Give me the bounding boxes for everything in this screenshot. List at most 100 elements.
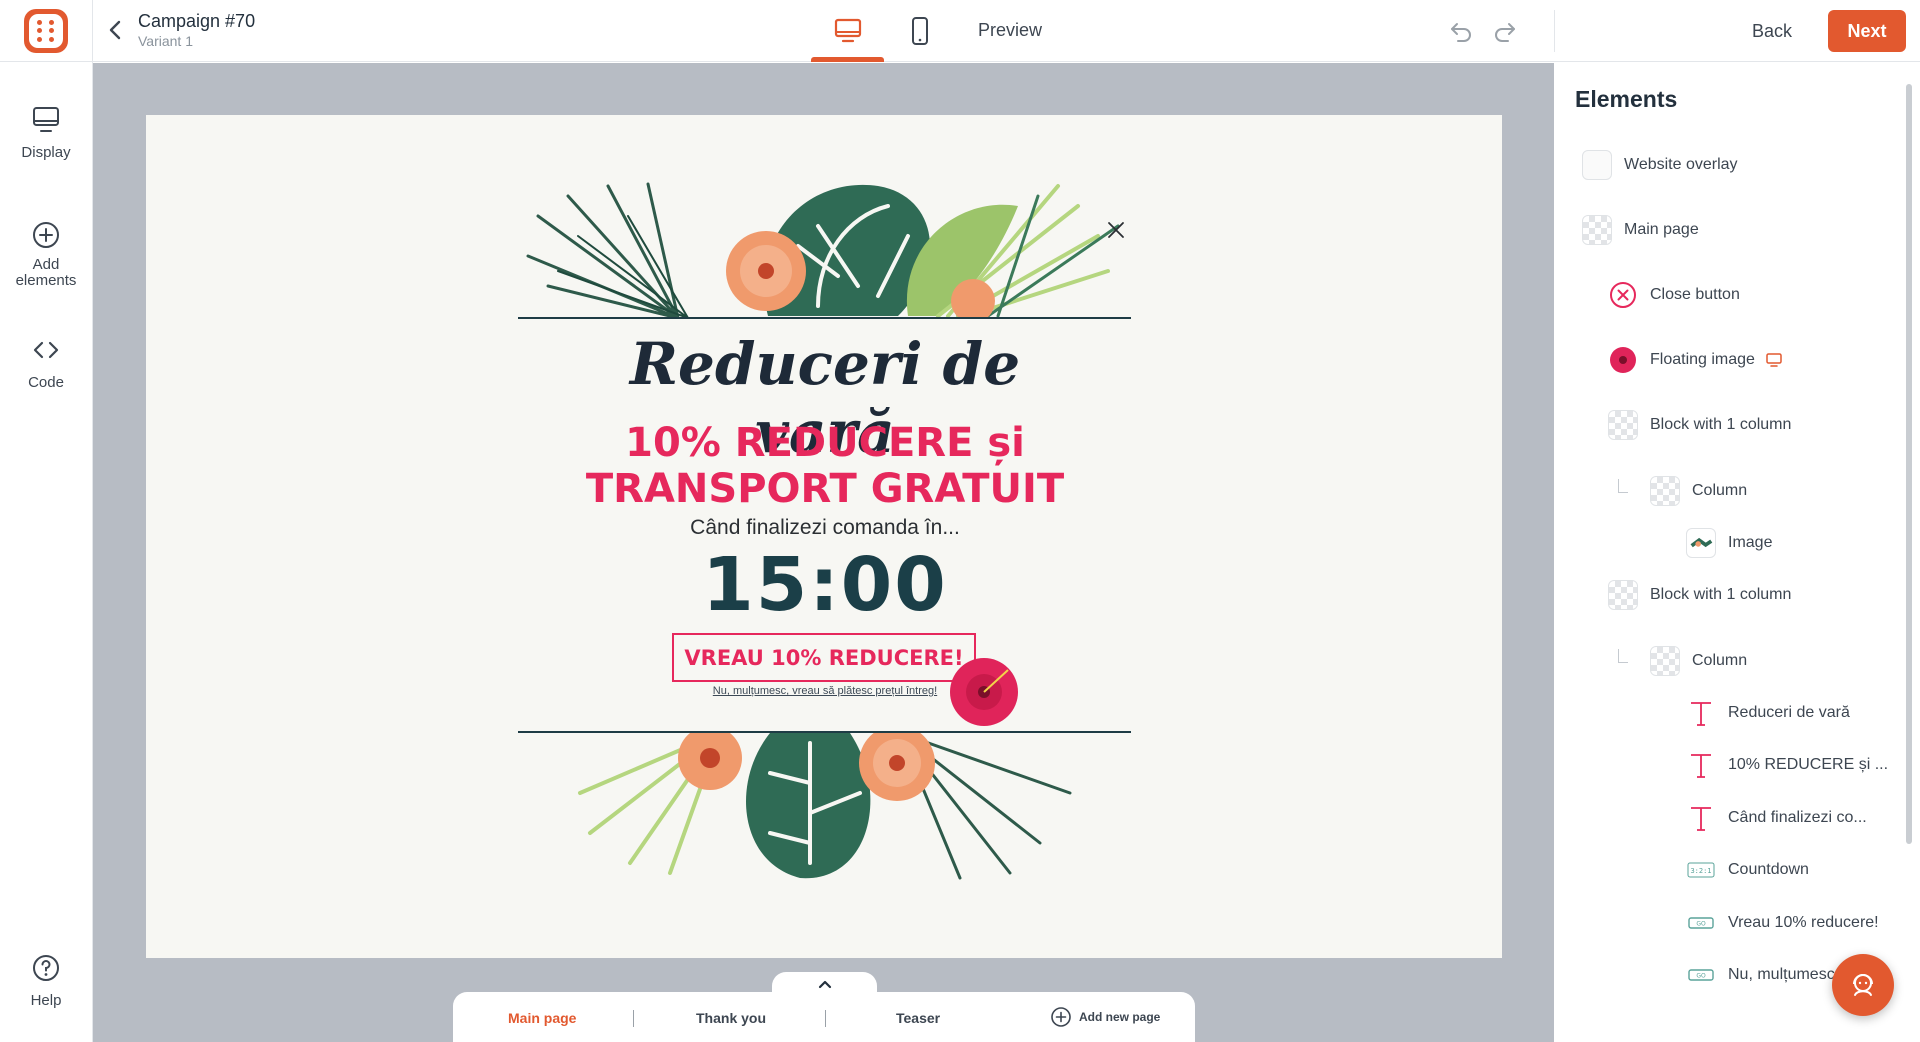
element-close-button[interactable]: Close button	[1608, 277, 1740, 313]
panel-scrollbar[interactable]	[1906, 84, 1912, 844]
text-icon	[1686, 750, 1716, 780]
button-icon: GO	[1686, 908, 1716, 938]
desktop-icon	[834, 18, 862, 43]
element-label: Column	[1692, 482, 1748, 499]
mobile-icon	[912, 17, 928, 45]
button-icon: GO	[1686, 960, 1716, 990]
next-button[interactable]: Next	[1828, 10, 1906, 52]
top-foliage-image[interactable]	[518, 176, 1131, 318]
chevron-up-icon	[818, 980, 832, 989]
active-view-indicator	[811, 57, 884, 62]
element-block-1-column[interactable]: Block with 1 column	[1608, 577, 1791, 613]
floating-hibiscus-image[interactable]	[946, 652, 1022, 732]
sidebar-item-code[interactable]: Code	[0, 334, 92, 391]
tab-main-page[interactable]: Main page	[508, 1010, 576, 1026]
element-text-subtext[interactable]: Când finalizezi co...	[1686, 800, 1867, 836]
desktop-icon	[1766, 353, 1782, 367]
sidebar-item-add-elements[interactable]: Add elements	[0, 219, 92, 289]
undo-icon[interactable]	[1448, 18, 1474, 44]
tab-thank-you[interactable]: Thank you	[696, 1010, 766, 1026]
close-circle-icon	[1608, 280, 1638, 310]
hibiscus-thumbnail-icon	[1608, 345, 1638, 375]
element-label: Vreau 10% reducere!	[1728, 914, 1879, 931]
element-floating-image[interactable]: Floating image	[1608, 342, 1783, 378]
preview-button[interactable]: Preview	[978, 20, 1042, 41]
element-countdown[interactable]: 3:2:1 Countdown	[1686, 852, 1809, 888]
sidebar-item-help[interactable]: Help	[0, 952, 92, 1009]
text-icon	[1686, 698, 1716, 728]
add-new-page-label: Add new page	[1079, 1010, 1161, 1024]
plus-circle-icon	[1051, 1007, 1071, 1027]
element-text-heading[interactable]: Reduceri de vară	[1686, 695, 1850, 731]
tab-separator	[633, 1010, 634, 1027]
element-label: Countdown	[1728, 861, 1809, 878]
plus-circle-icon	[33, 222, 59, 248]
text-icon	[1686, 803, 1716, 833]
add-new-page-button[interactable]: Add new page	[1050, 1006, 1160, 1028]
element-label: Close button	[1650, 286, 1740, 303]
element-block-1-column[interactable]: Block with 1 column	[1608, 407, 1791, 443]
checker-thumbnail-icon	[1650, 476, 1680, 506]
checker-thumbnail-icon	[1608, 410, 1638, 440]
popup-subtext[interactable]: Când finalizezi comanda în...	[560, 516, 1090, 540]
sidebar-item-display[interactable]: Display	[0, 104, 92, 161]
support-chat-button[interactable]	[1832, 954, 1894, 1016]
element-button-cta[interactable]: GO Vreau 10% reducere!	[1686, 905, 1879, 941]
svg-text:3:2:1: 3:2:1	[1690, 867, 1711, 875]
decline-link[interactable]: Nu, mulțumesc, vreau să plătesc prețul î…	[710, 684, 940, 699]
countdown-timer[interactable]: 15:00	[600, 542, 1050, 628]
sidebar-item-label: Display	[21, 144, 71, 161]
element-label: Floating image	[1650, 351, 1755, 368]
element-label: Block with 1 column	[1650, 416, 1792, 433]
blank-thumbnail-icon	[1582, 150, 1612, 180]
tree-connector	[1618, 649, 1628, 663]
element-text-offer[interactable]: 10% REDUCERE și ...	[1686, 747, 1888, 783]
element-column[interactable]: Column	[1650, 473, 1747, 509]
sidebar-item-label: Add elements	[15, 256, 77, 289]
checker-thumbnail-icon	[1608, 580, 1638, 610]
offer-line-1[interactable]: 10% REDUCERE și	[520, 420, 1130, 466]
sidebar-item-label: Help	[30, 992, 62, 1009]
support-agent-icon	[1853, 974, 1873, 996]
back-chevron-icon[interactable]	[104, 18, 128, 42]
svg-text:GO: GO	[1696, 973, 1706, 980]
help-icon	[33, 955, 59, 981]
bottom-foliage-image[interactable]	[570, 733, 1080, 883]
mobile-view-button[interactable]	[898, 0, 942, 62]
element-label: Când finalizezi co...	[1728, 809, 1867, 826]
element-label: Column	[1692, 652, 1748, 669]
element-label: Reduceri de vară	[1728, 704, 1850, 721]
leaf-thumbnail-icon	[1686, 528, 1716, 558]
toolbar-divider	[1554, 10, 1555, 52]
element-website-overlay[interactable]: Website overlay	[1582, 147, 1738, 183]
element-label: Image	[1728, 534, 1773, 551]
element-main-page[interactable]: Main page	[1582, 212, 1699, 248]
checker-thumbnail-icon	[1582, 215, 1612, 245]
desktop-view-button[interactable]	[811, 0, 884, 62]
tab-separator	[825, 1010, 826, 1027]
svg-text:GO: GO	[1696, 921, 1706, 928]
checker-thumbnail-icon	[1650, 646, 1680, 676]
campaign-title: Campaign #70	[138, 11, 256, 31]
redo-icon[interactable]	[1492, 18, 1518, 44]
monitor-icon	[33, 107, 59, 132]
element-label: Nu, mulțumesc	[1728, 966, 1835, 983]
element-column[interactable]: Column	[1650, 643, 1747, 679]
element-label: 10% REDUCERE și ...	[1728, 756, 1889, 773]
popup-close-icon[interactable]	[1104, 218, 1128, 242]
campaign-variant: Variant 1	[138, 33, 193, 49]
element-button-decline[interactable]: GO Nu, mulțumesc	[1686, 957, 1835, 993]
panel-title: Elements	[1575, 86, 1678, 112]
code-icon	[33, 341, 59, 359]
element-label: Block with 1 column	[1650, 586, 1792, 603]
back-button[interactable]: Back	[1732, 10, 1812, 52]
app-logo[interactable]	[24, 9, 68, 53]
sidebar-item-label: Code	[28, 374, 64, 391]
countdown-icon: 3:2:1	[1686, 855, 1716, 885]
element-image[interactable]: Image	[1686, 525, 1772, 561]
offer-line-2[interactable]: TRANSPORT GRATUIT	[520, 466, 1130, 512]
tree-connector	[1618, 479, 1628, 493]
tab-teaser[interactable]: Teaser	[896, 1010, 940, 1026]
page-tabs: Main page Thank you Teaser Add new page	[453, 992, 1195, 1042]
cta-button[interactable]: VREAU 10% REDUCERE!	[672, 633, 976, 682]
